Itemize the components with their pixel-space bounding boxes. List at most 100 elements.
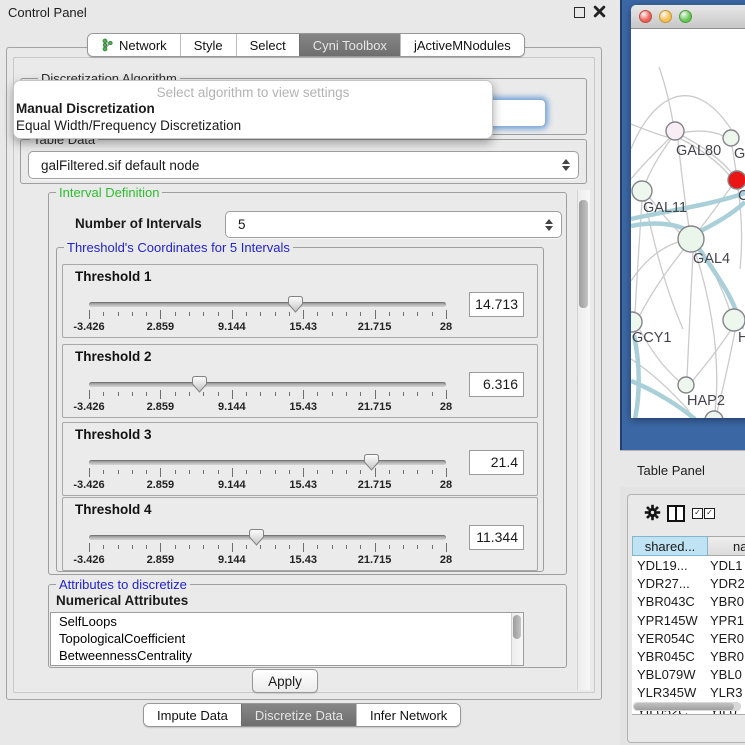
network-node-gal11[interactable] — [632, 181, 652, 201]
threshold-1-value-field[interactable]: 14.713 — [469, 292, 524, 317]
algorithm-option-manual-discretization[interactable]: Manual Discretization — [16, 101, 155, 116]
panel-vertical-scrollbar[interactable] — [577, 190, 590, 690]
table-row[interactable]: YER054C YER0 — [632, 630, 745, 648]
tab-style[interactable]: Style — [180, 34, 236, 56]
threshold-2-slider-thumb[interactable] — [192, 376, 207, 393]
table-data-combobox[interactable]: galFiltered.sif default node — [28, 151, 579, 179]
network-edge[interactable] — [631, 124, 667, 137]
network-edge-thick[interactable] — [697, 202, 745, 233]
table-row[interactable]: YPR145W YPR1 — [632, 612, 745, 630]
cell-name[interactable]: YBR0 — [710, 648, 744, 666]
network-edge-thick[interactable] — [634, 335, 639, 418]
column-header-name[interactable]: na — [708, 536, 745, 556]
network-edge[interactable] — [687, 252, 693, 377]
network-edge[interactable] — [640, 249, 684, 315]
tab-impute-data[interactable]: Impute Data — [144, 704, 241, 726]
threshold-3-slider-track[interactable] — [89, 460, 446, 465]
table-scrollbar-thumb[interactable] — [634, 703, 734, 710]
attribute-item-topologicalcoefficient[interactable]: TopologicalCoefficient — [51, 630, 523, 647]
threshold-4-slider-thumb[interactable] — [249, 529, 264, 546]
cell-name[interactable]: YDL1 — [710, 557, 743, 575]
threshold-1-slider-thumb[interactable] — [288, 296, 303, 313]
network-edge[interactable] — [695, 251, 717, 412]
cell-shared-name[interactable]: YBL079W — [637, 666, 696, 684]
close-light[interactable] — [639, 10, 652, 23]
column-header-shared-name[interactable]: shared... — [632, 536, 708, 556]
network-edge[interactable] — [659, 67, 673, 122]
threshold-4-slider-track[interactable] — [89, 535, 446, 540]
threshold-3-value-field[interactable]: 21.4 — [469, 450, 524, 475]
attribute-item-betweennesscentrality[interactable]: BetweennessCentrality — [51, 647, 523, 664]
tab-discretize-data[interactable]: Discretize Data — [241, 704, 356, 726]
table-row[interactable]: YBR045C YBR0 — [632, 648, 745, 666]
threshold-3-slider-thumb[interactable] — [364, 454, 379, 471]
cell-shared-name[interactable]: YBR043C — [637, 593, 695, 611]
network-view-window[interactable]: GAL80GACGAL11GAL4GCY1HHAP2 — [631, 5, 745, 418]
attributes-scrollbar-thumb[interactable] — [513, 615, 521, 639]
attribute-item-selfloops[interactable]: SelfLoops — [51, 613, 523, 630]
tab-jactivemnodules[interactable]: jActiveMNodules — [400, 34, 524, 56]
zoom-light[interactable] — [679, 10, 692, 23]
attributes-list-scrollbar[interactable] — [511, 613, 523, 665]
cell-shared-name[interactable]: YDR27... — [637, 575, 690, 593]
network-canvas[interactable]: GAL80GACGAL11GAL4GCY1HHAP2 — [631, 29, 745, 418]
cell-name[interactable]: YDR2 — [710, 575, 745, 593]
table-row[interactable]: YDL19... YDL1 — [632, 557, 745, 575]
cell-shared-name[interactable]: YPR145W — [637, 612, 698, 630]
number-of-intervals-combobox[interactable]: 5 — [225, 211, 562, 238]
algorithm-option-equal-width-frequency-discretization[interactable]: Equal Width/Frequency Discretization — [16, 118, 241, 133]
network-edge[interactable] — [681, 131, 724, 136]
table-horizontal-scrollbar[interactable] — [633, 702, 741, 711]
close-icon[interactable] — [593, 5, 606, 18]
checkbox-icon[interactable]: ✓ — [704, 508, 715, 519]
cell-name[interactable]: YER0 — [710, 630, 744, 648]
numerical-attributes-list[interactable]: SelfLoopsTopologicalCoefficientBetweenne… — [50, 612, 524, 666]
tab-infer-network[interactable]: Infer Network — [356, 704, 460, 726]
network-node-hap2[interactable] — [678, 377, 694, 393]
table-row[interactable]: YBR043C YBR0 — [632, 593, 745, 611]
float-window-icon[interactable] — [574, 7, 585, 18]
apply-button[interactable]: Apply — [252, 669, 318, 693]
network-edge[interactable] — [645, 201, 683, 329]
minimize-light[interactable] — [659, 10, 672, 23]
tab-network[interactable]: Network — [88, 34, 180, 56]
cell-name[interactable]: YPR1 — [710, 612, 744, 630]
threshold-4-value-field[interactable]: 11.344 — [469, 525, 524, 550]
cell-name[interactable]: YBL0 — [710, 666, 742, 684]
table-row[interactable]: YDR27... YDR2 — [632, 575, 745, 593]
tab-label: Infer Network — [370, 708, 447, 723]
network-edge[interactable] — [646, 139, 671, 182]
tab-select[interactable]: Select — [236, 34, 299, 56]
threshold-1-slider-track[interactable] — [89, 302, 446, 307]
cell-shared-name[interactable]: YLR345W — [637, 684, 696, 702]
network-graph[interactable]: GAL80GACGAL11GAL4GCY1HHAP2 — [631, 29, 745, 418]
tab-cyni-toolbox[interactable]: Cyni Toolbox — [299, 34, 400, 56]
spinner-arrows-icon — [561, 159, 570, 171]
cell-shared-name[interactable]: YDL19... — [637, 557, 688, 575]
major-tick — [446, 310, 447, 319]
network-node[interactable] — [705, 411, 723, 418]
table-row[interactable]: YBL079W YBL0 — [632, 666, 745, 684]
cell-shared-name[interactable]: YER054C — [637, 630, 695, 648]
cell-name[interactable]: YLR3 — [710, 684, 743, 702]
network-node-c[interactable] — [728, 171, 745, 189]
network-node-gal80[interactable] — [666, 122, 684, 140]
checkbox-icon[interactable]: ✓ — [692, 508, 703, 519]
node-attribute-table[interactable]: shared... na YDL19...YDL1YDR27...YDR2YBR… — [632, 536, 745, 714]
network-node-gal4[interactable] — [678, 226, 704, 252]
network-edge[interactable] — [631, 132, 675, 179]
network-edge[interactable] — [693, 330, 731, 380]
cell-shared-name[interactable]: YBR045C — [637, 648, 695, 666]
network-node-ga[interactable] — [723, 130, 739, 146]
minor-tick — [189, 470, 190, 474]
network-window-titlebar[interactable] — [631, 5, 745, 29]
panel-scrollbar-thumb[interactable] — [579, 200, 588, 308]
threshold-2-slider-track[interactable] — [89, 382, 446, 387]
gear-icon[interactable] — [644, 504, 661, 521]
split-view-icon[interactable] — [667, 505, 685, 522]
network-node-h[interactable] — [723, 309, 745, 331]
table-row[interactable]: YLR345W YLR3 — [632, 684, 745, 702]
threshold-2-value-field[interactable]: 6.316 — [469, 372, 524, 397]
network-edge[interactable] — [631, 96, 731, 149]
cell-name[interactable]: YBR0 — [710, 593, 744, 611]
